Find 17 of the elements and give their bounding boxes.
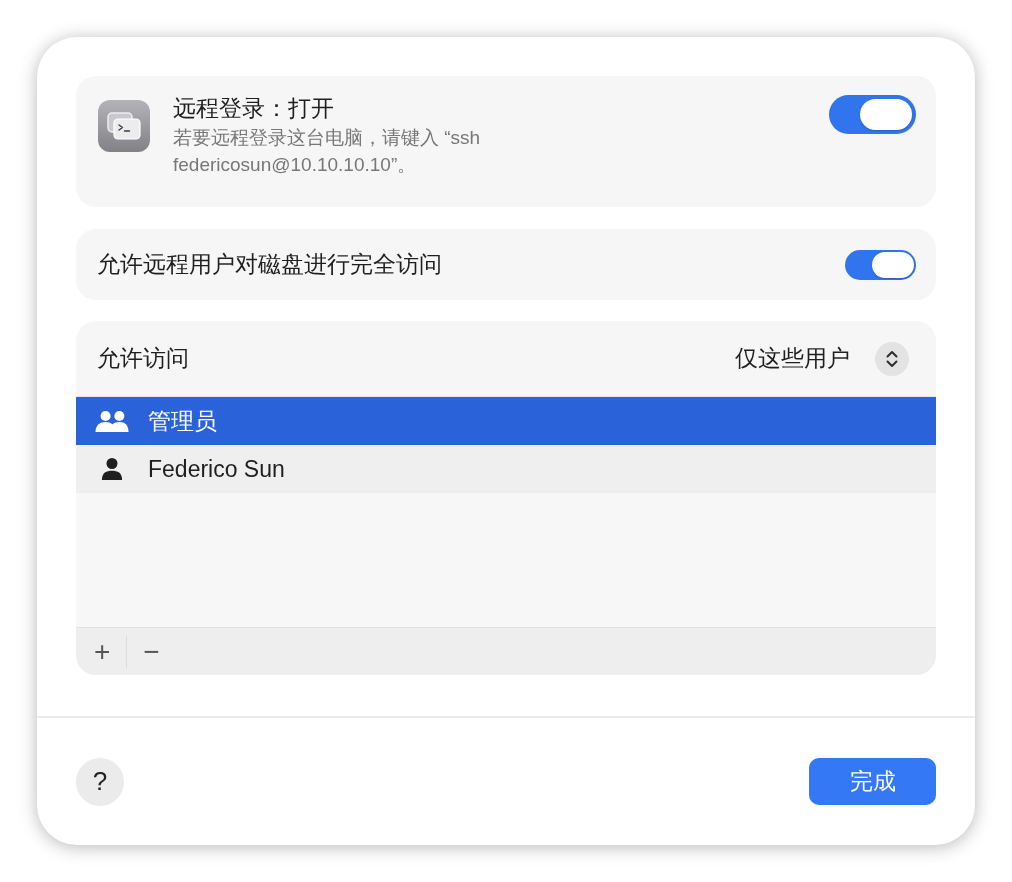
person-icon <box>101 458 123 480</box>
access-label: 允许访问 <box>97 344 189 373</box>
remove-button[interactable]: − <box>135 636 168 667</box>
done-button[interactable]: 完成 <box>809 758 936 805</box>
disk-access-label: 允许远程用户对磁盘进行完全访问 <box>97 250 442 279</box>
toggle-switch[interactable] <box>845 249 916 280</box>
toggle-switch[interactable] <box>829 95 916 134</box>
help-button[interactable]: ? <box>76 757 124 806</box>
add-button[interactable]: + <box>86 636 119 667</box>
user-list-row[interactable]: Federico Sun <box>76 445 936 493</box>
group-icon <box>94 410 130 432</box>
terminal-app-icon <box>98 100 150 152</box>
popup-button[interactable]: 仅这些用户 <box>735 341 909 376</box>
remote-login-title: 远程登录：打开 <box>173 94 334 123</box>
user-list-row[interactable]: 管理员 <box>76 397 936 445</box>
up-down-chevron-icon <box>875 341 909 376</box>
remote-login-description: 若要远程登录这台电脑，请键入 “ssh federicosun@10.10.10.10”。 <box>173 126 482 177</box>
